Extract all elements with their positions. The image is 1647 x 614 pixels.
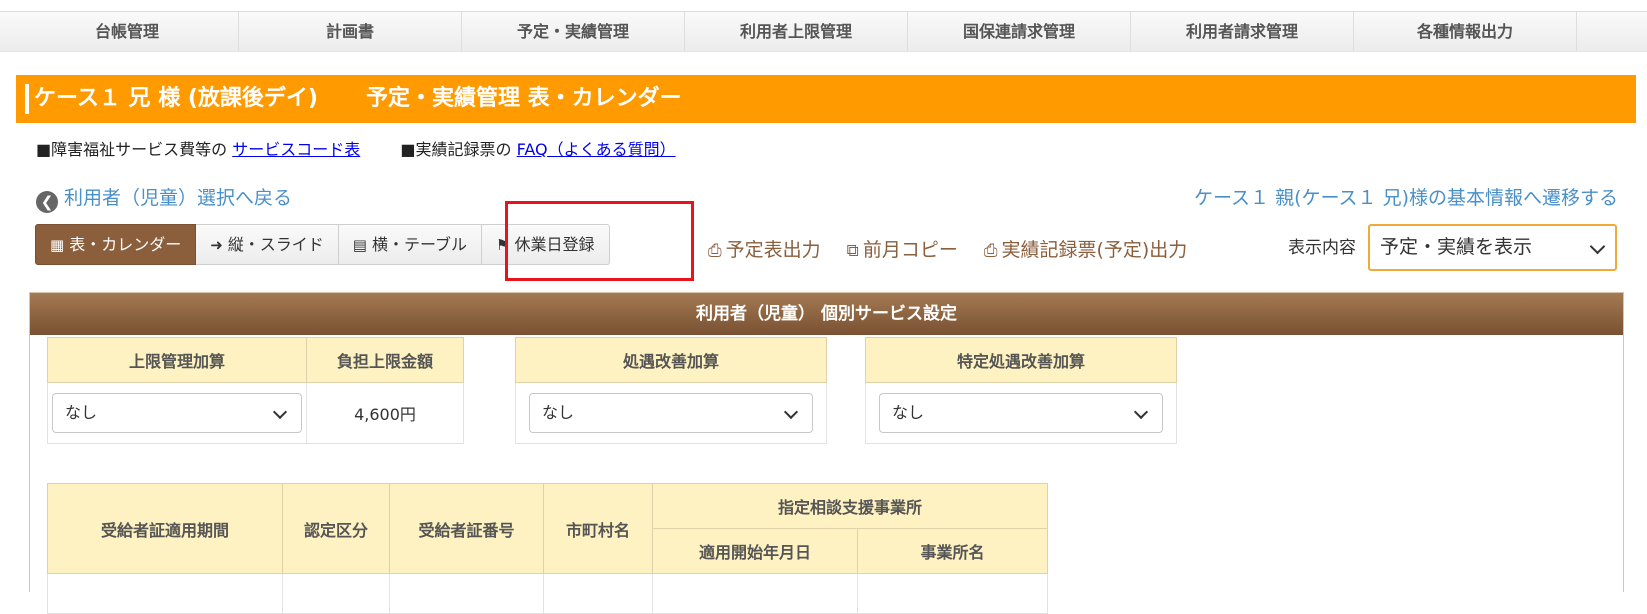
service-code-prefix: ■障害福祉サービス費等の: [36, 140, 228, 159]
start-date-header: 適用開始年月日: [652, 528, 858, 574]
copy-icon: ⧉: [846, 241, 859, 261]
copy-prev-month-label: 前月コピー: [862, 239, 958, 261]
copy-prev-month-button[interactable]: ⧉ 前月コピー: [847, 239, 958, 261]
faq-prefix: ■実績記録票の: [400, 140, 512, 159]
limit-select[interactable]: なし: [52, 393, 302, 433]
limit-table: 上限管理加算 負担上限金額 なし 4,600円: [47, 337, 464, 444]
service-code-link[interactable]: サービスコード表: [232, 140, 360, 159]
nav-tab-ledger[interactable]: 台帳管理: [16, 12, 239, 51]
special-treat-select-value: なし: [892, 403, 925, 422]
special-treat-select[interactable]: なし: [879, 393, 1163, 433]
info-links: ■障害福祉サービス費等の サービスコード表 ■実績記録票の FAQ（よくある質問…: [36, 136, 676, 160]
treat-select[interactable]: なし: [529, 393, 813, 433]
amount-header: 負担上限金額: [306, 337, 464, 383]
limit-header: 上限管理加算: [47, 337, 307, 383]
display-label: 表示内容: [1288, 238, 1356, 258]
view-slide-label: 縦・スライド: [227, 235, 324, 254]
print-icon: ⎙: [708, 241, 722, 261]
list-icon: ▤: [352, 236, 367, 254]
page-title: ケース１ 兄 様 (放課後デイ) 予定・実績管理 表・カレンダー: [16, 75, 1636, 123]
nav-tab-output[interactable]: 各種情報出力: [1354, 12, 1577, 51]
cert-city-header: 市町村名: [543, 483, 653, 574]
back-link-label: 利用者（児童）選択へ戻る: [64, 187, 293, 209]
view-calendar-button[interactable]: ▦ 表・カレンダー: [35, 224, 197, 265]
top-nav: 台帳管理 計画書 予定・実績管理 利用者上限管理 国保連請求管理 利用者請求管理…: [0, 11, 1647, 52]
view-calendar-label: 表・カレンダー: [69, 235, 182, 254]
parent-info-link[interactable]: ケース１ 親(ケース１ 兄)様の基本情報へ遷移する: [1194, 183, 1618, 210]
holiday-register-button[interactable]: ⚑ 休業日登録: [482, 224, 610, 265]
special-treat-header: 特定処遇改善加算: [865, 337, 1177, 383]
display-select[interactable]: 予定・実績を表示: [1368, 224, 1617, 271]
calendar-icon: ▦: [50, 236, 65, 254]
faq-link[interactable]: FAQ（よくある質問）: [517, 140, 676, 159]
page-title-sub: 予定・実績管理 表・カレンダー: [366, 86, 682, 111]
limit-amount: 4,600円: [306, 382, 464, 444]
limit-select-value: なし: [65, 403, 98, 422]
nav-tab-plan[interactable]: 計画書: [239, 12, 462, 51]
office-name-header: 事業所名: [857, 528, 1048, 574]
treat-select-cell: なし: [515, 382, 827, 444]
treat-table: 処遇改善加算 なし: [515, 337, 827, 444]
view-slide-button[interactable]: ➜ 縦・スライド: [196, 224, 339, 265]
cert-cell: [282, 573, 390, 614]
view-table-label: 横・テーブル: [371, 235, 468, 254]
cert-cell: [543, 573, 653, 614]
nav-tab-user-billing[interactable]: 利用者請求管理: [1131, 12, 1354, 51]
chevron-down-icon: [272, 404, 288, 420]
cert-cell: [47, 573, 283, 614]
action-links: ⎙ 予定表出力 ⧉ 前月コピー ⎙ 実績記録票(予定)出力: [708, 235, 1207, 262]
nav-tab-billing[interactable]: 国保連請求管理: [908, 12, 1131, 51]
nav-tab-limit[interactable]: 利用者上限管理: [685, 12, 908, 51]
flag-icon: ⚑: [496, 236, 510, 254]
cert-cell: [652, 573, 858, 614]
schedule-print-button[interactable]: ⎙ 予定表出力: [708, 239, 821, 261]
record-print-label: 実績記録票(予定)出力: [1001, 239, 1188, 261]
service-settings-panel: 利用者（児童） 個別サービス設定 上限管理加算 負担上限金額 なし 4,600円…: [29, 292, 1624, 614]
print-icon: ⎙: [983, 241, 998, 261]
chevron-down-icon: [1589, 238, 1606, 254]
cert-number-header: 受給者証番号: [389, 483, 544, 574]
special-treat-select-cell: なし: [865, 382, 1177, 444]
back-link[interactable]: ❮ 利用者（児童）選択へ戻る: [36, 183, 292, 213]
cert-cell: [389, 573, 544, 614]
record-print-button[interactable]: ⎙ 実績記録票(予定)出力: [984, 239, 1187, 261]
panel-title: 利用者（児童） 個別サービス設定: [30, 293, 1623, 335]
cert-period-header: 受給者証適用期間: [47, 483, 283, 574]
cert-cell: [857, 573, 1048, 614]
consult-office-header: 指定相談支援事業所: [652, 483, 1048, 529]
nav-pad: [0, 12, 16, 51]
back-arrow-icon: ❮: [36, 191, 58, 213]
treat-header: 処遇改善加算: [515, 337, 827, 383]
schedule-print-label: 予定表出力: [725, 239, 821, 261]
view-button-group: ▦ 表・カレンダー ➜ 縦・スライド ▤ 横・テーブル ⚑ 休業日登録: [35, 224, 610, 265]
view-table-button[interactable]: ▤ 横・テーブル: [338, 224, 483, 265]
display-select-value: 予定・実績を表示: [1380, 236, 1533, 258]
chevron-down-icon: [783, 404, 799, 420]
treat-select-value: なし: [542, 403, 575, 422]
limit-select-cell: なし: [47, 382, 307, 444]
certificate-table: 受給者証適用期間 認定区分 受給者証番号 市町村名 指定相談支援事業所 適用開始…: [47, 483, 1048, 614]
sign-in-icon: ➜: [210, 236, 223, 254]
special-treat-table: 特定処遇改善加算 なし: [865, 337, 1177, 444]
holiday-register-label: 休業日登録: [514, 235, 595, 254]
page-title-main: ケース１ 兄 様 (放課後デイ): [34, 86, 318, 111]
chevron-down-icon: [1133, 404, 1149, 420]
nav-tab-schedule[interactable]: 予定・実績管理: [462, 12, 685, 51]
cert-category-header: 認定区分: [282, 483, 390, 574]
